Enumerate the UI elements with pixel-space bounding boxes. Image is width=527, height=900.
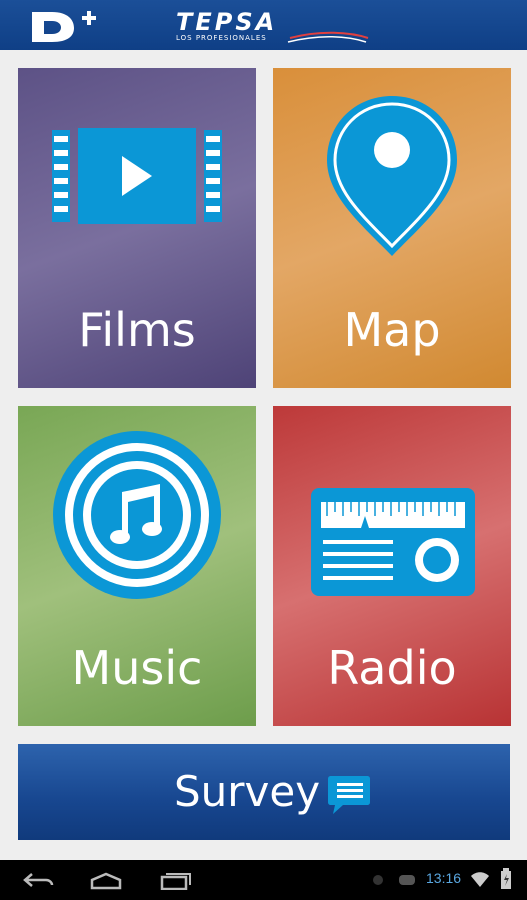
clock: 13:16 xyxy=(426,870,462,886)
map-tile[interactable]: Map xyxy=(273,68,511,388)
settings-dot-icon xyxy=(373,875,383,885)
battery-icon xyxy=(501,868,511,889)
films-label: Films xyxy=(78,303,196,357)
music-note-icon xyxy=(53,431,221,599)
back-icon[interactable] xyxy=(22,872,54,890)
brand-name: TEPSA xyxy=(176,8,277,36)
map-pin-icon xyxy=(327,96,457,256)
music-label: Music xyxy=(71,641,203,695)
wifi-icon xyxy=(471,872,489,887)
system-navbar: 13:16 xyxy=(0,860,527,900)
radio-label: Radio xyxy=(327,641,457,695)
chat-bubble-icon xyxy=(328,776,370,814)
app-header: TEPSA LOS PROFESIONALES xyxy=(0,0,527,50)
tepsa-logo: TEPSA LOS PROFESIONALES xyxy=(176,8,369,43)
survey-button[interactable]: Survey xyxy=(18,744,510,840)
music-tile[interactable]: Music xyxy=(18,406,256,726)
home-icon[interactable] xyxy=(90,872,122,890)
survey-label: Survey xyxy=(174,767,321,816)
film-strip-play-icon xyxy=(52,128,222,224)
radio-icon xyxy=(311,488,475,596)
d-plus-logo-icon xyxy=(32,11,96,42)
films-tile[interactable]: Films xyxy=(18,68,256,388)
radio-tile[interactable]: Radio xyxy=(273,406,511,726)
brand-tagline: LOS PROFESIONALES xyxy=(176,34,267,42)
map-label: Map xyxy=(343,303,441,357)
recent-apps-icon[interactable] xyxy=(160,872,192,890)
gamepad-icon xyxy=(399,875,415,885)
